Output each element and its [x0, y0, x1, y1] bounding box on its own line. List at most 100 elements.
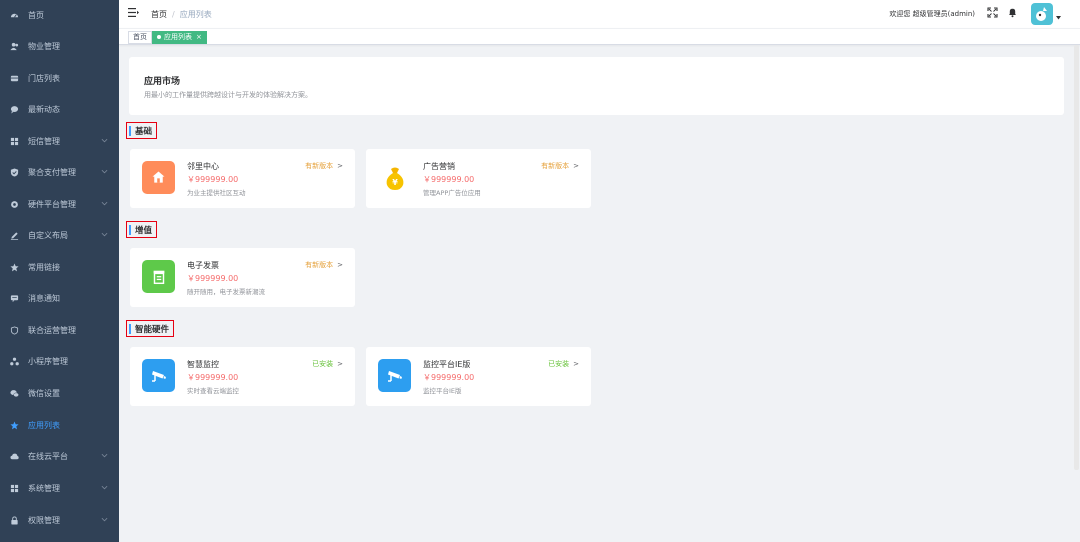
- app-name: 电子发票: [187, 261, 219, 270]
- chevron-right-icon: >: [337, 261, 343, 269]
- gear-icon: [10, 200, 19, 209]
- chevron-right-icon: >: [573, 360, 579, 368]
- section-label: 智能硬件: [135, 324, 170, 335]
- section-bar: [129, 323, 131, 334]
- app-name: 邻里中心: [187, 162, 219, 171]
- home-icon: [142, 161, 175, 194]
- app-card-neighborhood[interactable]: 邻里中心 ￥999999.00 为业主提供社区互动 有新版本 >: [130, 149, 355, 208]
- section-title-value-added: 增值: [126, 221, 158, 238]
- sidebar-item-home[interactable]: 首页: [0, 0, 119, 31]
- breadcrumb: 首页 / 应用列表: [151, 9, 212, 20]
- page-header-card: 应用市场 用最小的工作量提供跨越设计与开发的体验解决方案。: [129, 57, 1064, 115]
- svg-text:¥: ¥: [392, 178, 398, 187]
- breadcrumb-separator: /: [172, 10, 175, 19]
- status-label: 有新版本: [305, 261, 334, 269]
- sidebar-item-label: 聚合支付管理: [28, 168, 76, 177]
- money-bag-icon: ¥: [378, 161, 411, 194]
- tags-view: 首页 应用列表 ×: [119, 28, 1080, 45]
- chevron-down-icon: [101, 453, 108, 458]
- sidebar-item-label: 最新动态: [28, 105, 60, 114]
- sidebar-item-label: 权限管理: [28, 516, 60, 525]
- app-description: 为业主提供社区互动: [187, 189, 246, 197]
- sidebar-item-label: 自定义布局: [28, 231, 68, 240]
- close-icon[interactable]: ×: [196, 33, 202, 41]
- sidebar-item-label: 在线云平台: [28, 452, 68, 461]
- wechat-icon: [10, 389, 19, 398]
- sidebar-item-system[interactable]: 系统管理: [0, 473, 119, 504]
- chevron-right-icon: >: [337, 162, 343, 170]
- shield-icon: [10, 168, 19, 177]
- sidebar-item-cloud[interactable]: 在线云平台: [0, 441, 119, 472]
- caret-down-icon[interactable]: [1056, 16, 1061, 20]
- bell-icon[interactable]: [1007, 7, 1018, 18]
- status-label: 有新版本: [305, 162, 334, 170]
- sidebar-item-label: 门店列表: [28, 74, 60, 83]
- store-icon: [10, 74, 19, 83]
- sidebar-item-wechat[interactable]: 微信设置: [0, 378, 119, 409]
- shield-outline-icon: [10, 326, 19, 335]
- status-link[interactable]: 已安装 >: [548, 359, 579, 369]
- sidebar-item-links[interactable]: 常用链接: [0, 252, 119, 283]
- sidebar-item-hardware[interactable]: 硬件平台管理: [0, 189, 119, 220]
- sidebar-item-permissions[interactable]: 权限管理: [0, 505, 119, 536]
- tag-label: 应用列表: [164, 33, 192, 41]
- scrollbar[interactable]: [1074, 45, 1079, 470]
- sidebar-item-label: 消息通知: [28, 294, 60, 303]
- app-description: 随开随用，电子发票新潮流: [187, 288, 265, 296]
- star-icon: [10, 421, 19, 430]
- cloud-icon: [10, 452, 19, 461]
- sidebar-item-stores[interactable]: 门店列表: [0, 63, 119, 94]
- menu-toggle-icon[interactable]: [128, 7, 139, 18]
- status-link[interactable]: 已安装 >: [312, 359, 343, 369]
- sidebar-item-label: 物业管理: [28, 42, 60, 51]
- sidebar-item-property[interactable]: 物业管理: [0, 31, 119, 62]
- grid-icon: [10, 137, 19, 146]
- app-card-e-invoice[interactable]: 电子发票 ￥999999.00 随开随用，电子发票新潮流 有新版本 >: [130, 248, 355, 307]
- app-card-monitoring-ie[interactable]: 监控平台IE版 ￥999999.00 监控平台IE版 已安装 >: [366, 347, 591, 406]
- sidebar-item-custom-layout[interactable]: 自定义布局: [0, 220, 119, 251]
- tag-active-dot: [157, 35, 161, 39]
- sidebar: 首页 物业管理 门店列表 最新动态 短信管理 聚合支付管理 硬件平台管理 自定义…: [0, 0, 119, 542]
- app-card-advertising[interactable]: ¥ 广告营销 ￥999999.00 管理APP广告位应用 有新版本 >: [366, 149, 591, 208]
- page-subtitle: 用最小的工作量提供跨越设计与开发的体验解决方案。: [144, 91, 312, 99]
- section-label: 增值: [135, 225, 153, 236]
- chevron-right-icon: >: [337, 360, 343, 368]
- app-price: ￥999999.00: [423, 175, 475, 184]
- page-title: 应用市场: [144, 77, 181, 87]
- cluster-icon: [10, 357, 19, 366]
- avatar[interactable]: [1031, 3, 1053, 25]
- breadcrumb-current: 应用列表: [179, 10, 212, 19]
- sidebar-item-miniprogram[interactable]: 小程序管理: [0, 346, 119, 377]
- app-price: ￥999999.00: [423, 373, 475, 382]
- app-name: 广告营销: [423, 162, 455, 171]
- chevron-down-icon: [101, 485, 108, 490]
- chevron-down-icon: [101, 232, 108, 237]
- sidebar-item-joint-ops[interactable]: 联合运营管理: [0, 315, 119, 346]
- message-icon: [10, 294, 19, 303]
- sidebar-item-app-list[interactable]: 应用列表: [0, 410, 119, 441]
- status-link[interactable]: 有新版本 >: [305, 260, 343, 270]
- fullscreen-icon[interactable]: [987, 7, 998, 18]
- status-link[interactable]: 有新版本 >: [305, 161, 343, 171]
- chevron-down-icon: [101, 138, 108, 143]
- edit-icon: [10, 231, 19, 240]
- avatar-image: [1036, 7, 1047, 21]
- chevron-down-icon: [101, 517, 108, 522]
- sidebar-item-sms[interactable]: 短信管理: [0, 126, 119, 157]
- sidebar-item-news[interactable]: 最新动态: [0, 94, 119, 125]
- sidebar-item-label: 硬件平台管理: [28, 200, 76, 209]
- breadcrumb-home[interactable]: 首页: [151, 10, 167, 19]
- status-label: 已安装: [548, 360, 570, 368]
- status-link[interactable]: 有新版本 >: [541, 161, 579, 171]
- section-title-basic: 基础: [126, 122, 158, 139]
- section-title-smart-hardware: 智能硬件: [126, 320, 175, 337]
- sidebar-item-notifications[interactable]: 消息通知: [0, 283, 119, 314]
- sidebar-item-label: 联合运营管理: [28, 326, 76, 335]
- app-price: ￥999999.00: [187, 274, 239, 283]
- tag-home[interactable]: 首页: [128, 31, 152, 44]
- app-card-smart-monitoring[interactable]: 智慧监控 ￥999999.00 实时查看云端监控 已安装 >: [130, 347, 355, 406]
- tag-app-list[interactable]: 应用列表 ×: [152, 31, 207, 44]
- app-price: ￥999999.00: [187, 373, 239, 382]
- section-bar: [129, 224, 131, 235]
- sidebar-item-payment[interactable]: 聚合支付管理: [0, 157, 119, 188]
